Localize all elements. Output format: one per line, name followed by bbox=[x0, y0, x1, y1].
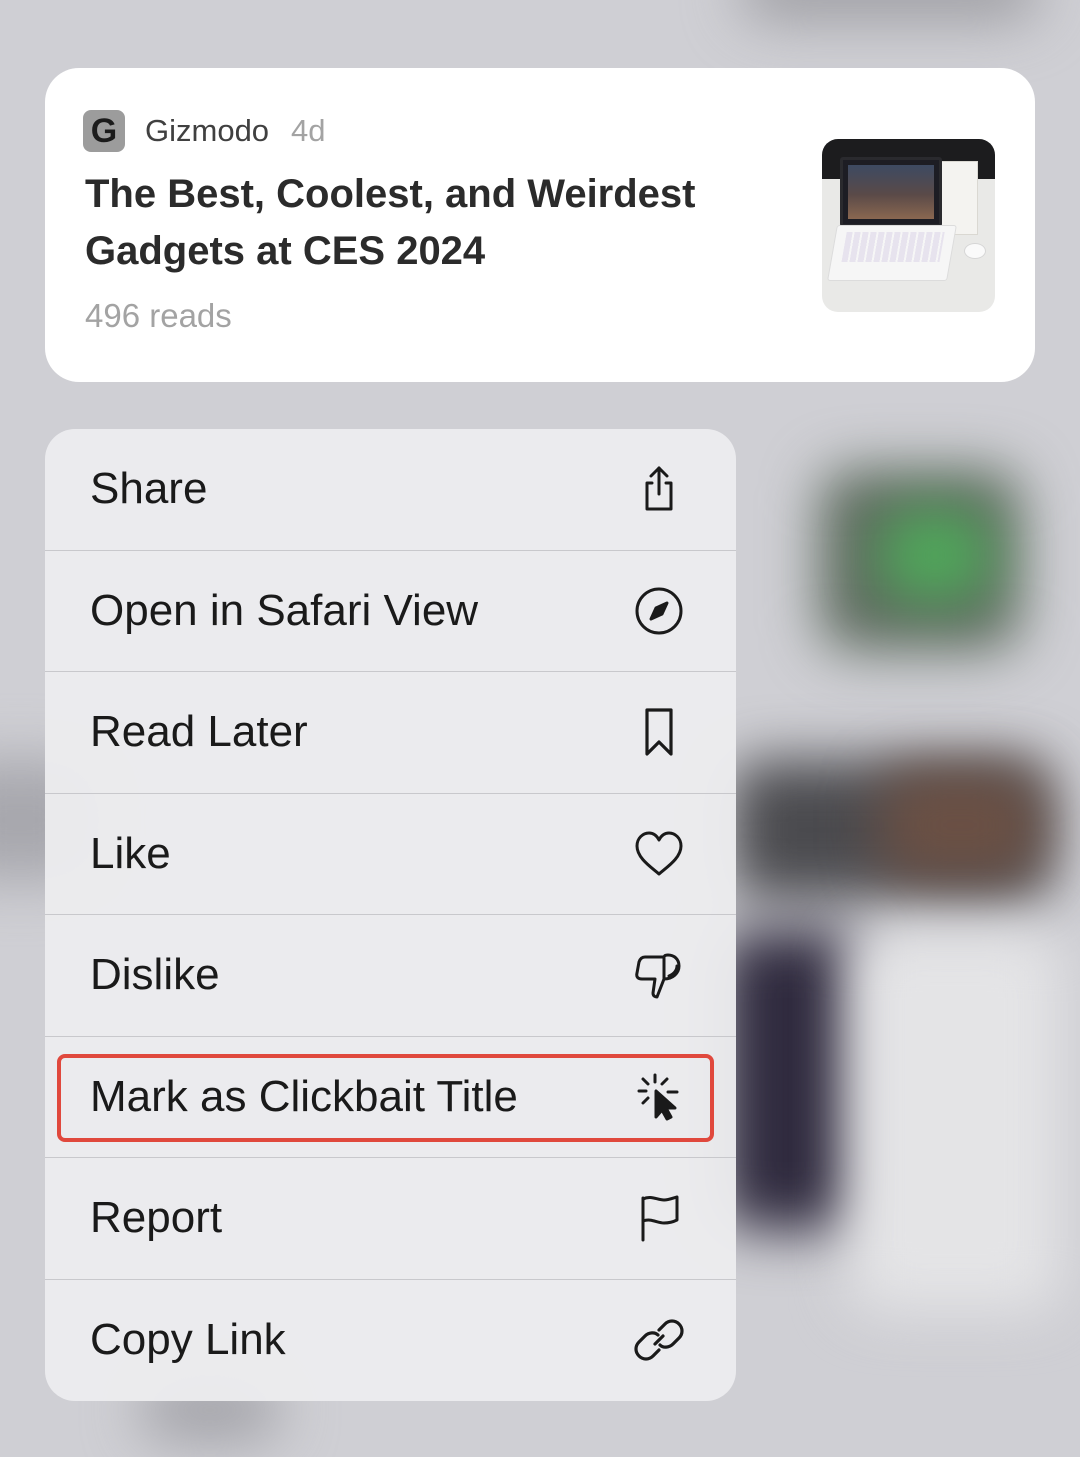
menu-item-like[interactable]: Like bbox=[45, 794, 736, 915]
menu-item-label: Like bbox=[90, 828, 171, 878]
menu-item-read-later[interactable]: Read Later bbox=[45, 672, 736, 794]
menu-item-label: Share bbox=[90, 464, 208, 514]
menu-item-report[interactable]: Report bbox=[45, 1158, 736, 1280]
article-age: 4d bbox=[291, 113, 326, 148]
clickbait-highlight-box bbox=[57, 1054, 714, 1142]
menu-item-dislike[interactable]: Dislike bbox=[45, 915, 736, 1037]
menu-item-copy-link[interactable]: Copy Link bbox=[45, 1280, 736, 1402]
source-logo: G bbox=[83, 110, 125, 152]
source-name: Gizmodo bbox=[145, 113, 270, 148]
menu-item-open-in-safari-view[interactable]: Open in Safari View bbox=[45, 551, 736, 672]
link-icon bbox=[633, 1314, 685, 1366]
menu-item-label: Open in Safari View bbox=[90, 585, 479, 635]
share-icon bbox=[633, 463, 685, 515]
context-menu: Share Open in Safari View Read Later Lik… bbox=[45, 429, 736, 1401]
menu-item-label: Report bbox=[90, 1193, 223, 1243]
article-title: The Best, Coolest, and Weirdest Gadgets … bbox=[85, 172, 696, 273]
flag-icon bbox=[633, 1192, 685, 1244]
read-count: 496 reads bbox=[85, 297, 232, 334]
article-source: G Gizmodo 4d bbox=[83, 110, 326, 152]
article-card[interactable]: G Gizmodo 4d The Best, Coolest, and Weir… bbox=[45, 68, 1035, 382]
menu-item-share[interactable]: Share bbox=[45, 429, 736, 551]
thumbs-down-icon bbox=[633, 949, 685, 1001]
menu-item-label: Read Later bbox=[90, 707, 308, 757]
heart-icon bbox=[633, 828, 685, 880]
menu-item-label: Dislike bbox=[90, 950, 220, 1000]
bookmark-icon bbox=[633, 706, 685, 758]
article-thumbnail bbox=[822, 139, 995, 312]
menu-item-label: Copy Link bbox=[90, 1315, 286, 1365]
compass-icon bbox=[633, 585, 685, 637]
